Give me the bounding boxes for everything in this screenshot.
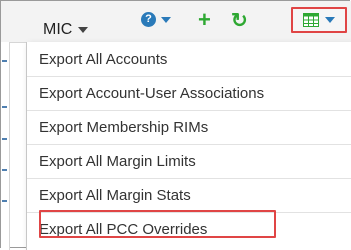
mic-dropdown[interactable]: MIC xyxy=(43,21,89,39)
refresh-icon: ↻ xyxy=(231,10,248,32)
menu-item-label: Export All PCC Overrides xyxy=(39,220,208,238)
toolbar: MIC ? + ↻ xyxy=(1,1,351,43)
background-panel-edge xyxy=(1,42,10,250)
app-window: MIC ? + ↻ Export All Accounts Export Acc… xyxy=(0,0,351,250)
menu-item-export-all-accounts[interactable]: Export All Accounts xyxy=(27,43,351,77)
plus-icon: + xyxy=(198,7,211,32)
grid-export-icon xyxy=(303,13,319,27)
panel-marker xyxy=(2,169,7,171)
menu-item-label: Export All Margin Limits xyxy=(39,153,196,170)
panel-marker xyxy=(2,138,7,140)
help-icon: ? xyxy=(141,12,156,27)
chevron-down-icon xyxy=(161,16,171,23)
export-dropdown-menu: Export All Accounts Export Account-User … xyxy=(26,42,351,250)
chevron-down-icon xyxy=(325,17,335,23)
menu-item-label: Export Membership RIMs xyxy=(39,119,209,136)
menu-item-export-account-user-associations[interactable]: Export Account-User Associations xyxy=(27,77,351,111)
add-button[interactable]: + xyxy=(198,7,211,33)
menu-item-export-all-margin-stats[interactable]: Export All Margin Stats xyxy=(27,179,351,213)
menu-item-label: Export All Accounts xyxy=(39,51,168,68)
menu-item-label: Export All Margin Stats xyxy=(39,187,191,204)
menu-item-export-all-pcc-overrides[interactable]: Export All PCC Overrides xyxy=(27,212,351,246)
help-dropdown-button[interactable]: ? xyxy=(141,12,171,27)
panel-marker xyxy=(2,200,7,202)
menu-item-label: Export Account-User Associations xyxy=(39,85,265,102)
mic-dropdown-label: MIC xyxy=(43,21,73,38)
export-menu-button[interactable] xyxy=(291,7,347,33)
panel-marker xyxy=(2,106,7,108)
menu-item-export-all-margin-limits[interactable]: Export All Margin Limits xyxy=(27,145,351,179)
panel-marker xyxy=(2,60,7,62)
chevron-down-icon xyxy=(78,27,89,33)
menu-item-export-membership-rims[interactable]: Export Membership RIMs xyxy=(27,111,351,145)
refresh-button[interactable]: ↻ xyxy=(231,8,248,33)
